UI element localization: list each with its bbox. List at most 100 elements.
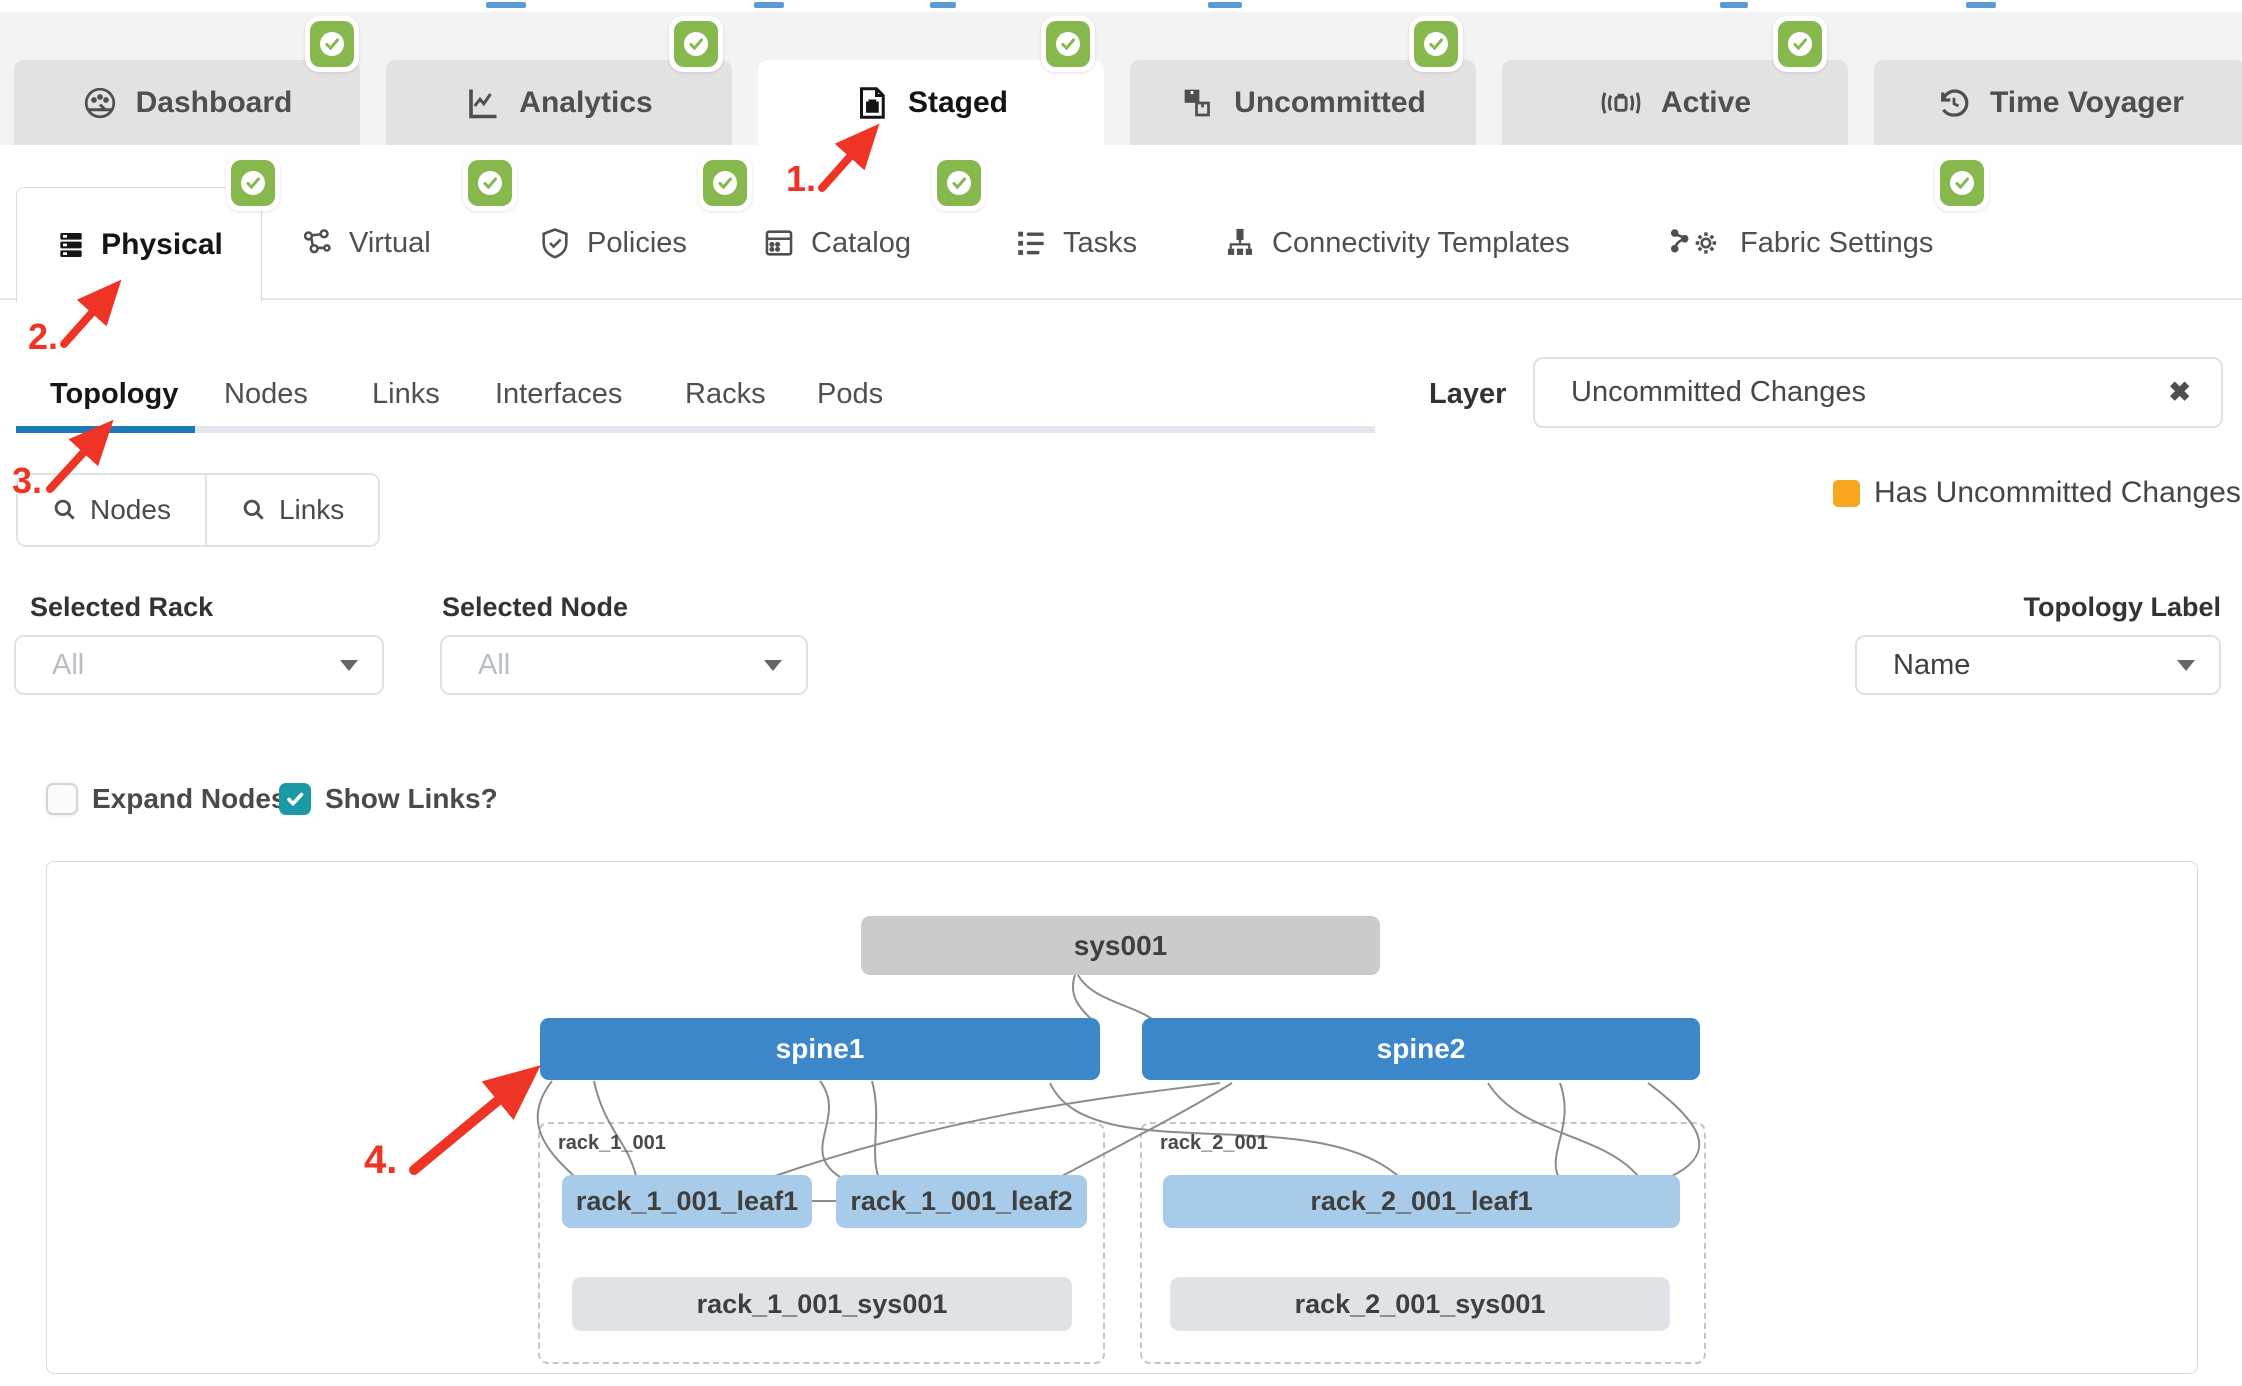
tab-topology[interactable]: Topology [50, 368, 178, 420]
uncommitted-legend-swatch [1833, 480, 1860, 507]
staged-file-icon [854, 85, 890, 121]
top-text-fragment [1966, 2, 1996, 8]
top-text-fragment [930, 2, 956, 8]
topology-label-label: Topology Label [1855, 592, 2221, 623]
node-rack-1-001-leaf1[interactable]: rack_1_001_leaf1 [562, 1175, 812, 1228]
tab-active[interactable]: Active [1502, 60, 1848, 145]
tab-tasks[interactable]: Tasks [1014, 187, 1137, 299]
tab-label: Analytics [519, 86, 652, 120]
tab-pods[interactable]: Pods [817, 368, 883, 420]
node-label: rack_1_001_leaf2 [850, 1186, 1072, 1217]
search-nodes-button[interactable]: Nodes [18, 475, 205, 545]
top-text-fragment [1208, 2, 1242, 8]
tab-policies[interactable]: Policies [538, 187, 687, 299]
catalog-check-badge [932, 155, 986, 211]
tab-virtual[interactable]: Virtual [300, 187, 431, 299]
selected-rack-value: All [52, 649, 340, 682]
uncommitted-packages-icon [1180, 85, 1216, 121]
node-label: sys001 [1074, 930, 1167, 962]
tab-physical[interactable]: Physical [16, 187, 262, 302]
show-links-checkbox[interactable] [279, 783, 311, 815]
check-icon [310, 21, 354, 67]
node-label: rack_2_001_leaf1 [1310, 1186, 1532, 1217]
layer-label: Layer [1429, 368, 1506, 420]
uncommitted-legend-label: Has Uncommitted Changes [1874, 476, 2241, 510]
tab-label: Connectivity Templates [1272, 227, 1570, 260]
tab-label: Tasks [1063, 227, 1137, 260]
topology-label-value: Name [1893, 649, 2177, 682]
node-rack-1-001-leaf2[interactable]: rack_1_001_leaf2 [836, 1175, 1087, 1228]
search-links-button[interactable]: Links [205, 475, 378, 545]
selected-rack-dropdown[interactable]: All [14, 635, 384, 695]
check-icon [1046, 21, 1090, 67]
button-label: Nodes [90, 494, 171, 526]
policies-check-badge [698, 155, 752, 211]
search-icon [241, 497, 267, 523]
tab-fabric-settings[interactable]: Fabric Settings [1667, 187, 1933, 299]
node-rack-2-001-leaf1[interactable]: rack_2_001_leaf1 [1163, 1175, 1680, 1228]
connectivity-templates-tree-icon [1223, 226, 1257, 260]
policies-shield-icon [538, 226, 572, 260]
layer-select[interactable]: Uncommitted Changes ✖ [1533, 357, 2223, 428]
topology-label-dropdown[interactable]: Name [1855, 635, 2221, 695]
tab-connectivity-templates[interactable]: Connectivity Templates [1223, 187, 1570, 299]
node-label: spine2 [1377, 1033, 1466, 1065]
virtual-check-badge [463, 155, 517, 211]
chevron-down-icon [764, 660, 782, 671]
catalog-window-icon [762, 226, 796, 260]
expand-nodes-label: Expand Nodes? [92, 783, 304, 815]
dashboard-check-badge [305, 16, 359, 72]
tab-nodes[interactable]: Nodes [224, 368, 308, 420]
analytics-check-badge [669, 16, 723, 72]
tab-catalog[interactable]: Catalog [762, 187, 911, 299]
tab-uncommitted[interactable]: Uncommitted [1130, 60, 1476, 145]
node-spine2[interactable]: spine2 [1142, 1018, 1700, 1080]
node-spine1[interactable]: spine1 [540, 1018, 1100, 1080]
view-tab-label: Racks [685, 378, 766, 411]
tab-racks[interactable]: Racks [685, 368, 766, 420]
tab-dashboard[interactable]: Dashboard [14, 60, 360, 145]
check-icon [703, 160, 747, 206]
tab-analytics[interactable]: Analytics [386, 60, 732, 145]
tab-interfaces[interactable]: Interfaces [495, 368, 622, 420]
layer-value: Uncommitted Changes [1571, 376, 2168, 409]
tasks-list-icon [1014, 226, 1048, 260]
view-tab-label: Nodes [224, 378, 308, 411]
node-sys001[interactable]: sys001 [861, 916, 1380, 975]
view-tab-label: Topology [50, 378, 178, 411]
virtual-network-icon [300, 226, 334, 260]
node-label: rack_2_001_sys001 [1295, 1289, 1546, 1320]
clear-layer-icon[interactable]: ✖ [2168, 377, 2191, 408]
node-label: rack_1_001_sys001 [697, 1289, 948, 1320]
expand-nodes-checkbox[interactable] [46, 783, 78, 815]
tab-time-voyager[interactable]: Time Voyager [1874, 60, 2242, 145]
show-links-toggle: Show Links? [279, 783, 498, 815]
node-rack-1-001-sys001[interactable]: rack_1_001_sys001 [572, 1277, 1072, 1331]
annotation-step-3: 3. [12, 460, 42, 502]
check-icon [231, 160, 275, 206]
annotation-step-4: 4. [364, 1138, 397, 1183]
view-tab-track [16, 426, 1375, 433]
node-label: rack_1_001_leaf1 [576, 1186, 798, 1217]
physical-rack-icon [55, 229, 87, 261]
selected-node-dropdown[interactable]: All [440, 635, 808, 695]
search-button-group: Nodes Links [16, 473, 380, 547]
rack-1-001-label: rack_1_001 [558, 1132, 666, 1155]
rack-2-001-label: rack_2_001 [1160, 1132, 1268, 1155]
tab-staged[interactable]: Staged [758, 60, 1104, 145]
tab-links[interactable]: Links [372, 368, 440, 420]
check-icon [284, 788, 306, 810]
selected-rack-label: Selected Rack [30, 592, 213, 623]
fabric-settings-check-badge [1935, 155, 1989, 211]
node-rack-2-001-sys001[interactable]: rack_2_001_sys001 [1170, 1277, 1670, 1331]
expand-nodes-toggle: Expand Nodes? [46, 783, 304, 815]
search-icon [52, 497, 78, 523]
check-icon [937, 160, 981, 206]
staged-check-badge [1041, 16, 1095, 72]
tab-label: Active [1661, 86, 1751, 120]
check-icon [674, 21, 718, 67]
tab-label: Time Voyager [1990, 86, 2184, 120]
analytics-chart-icon [465, 85, 501, 121]
chevron-down-icon [2177, 660, 2195, 671]
check-icon [468, 160, 512, 206]
